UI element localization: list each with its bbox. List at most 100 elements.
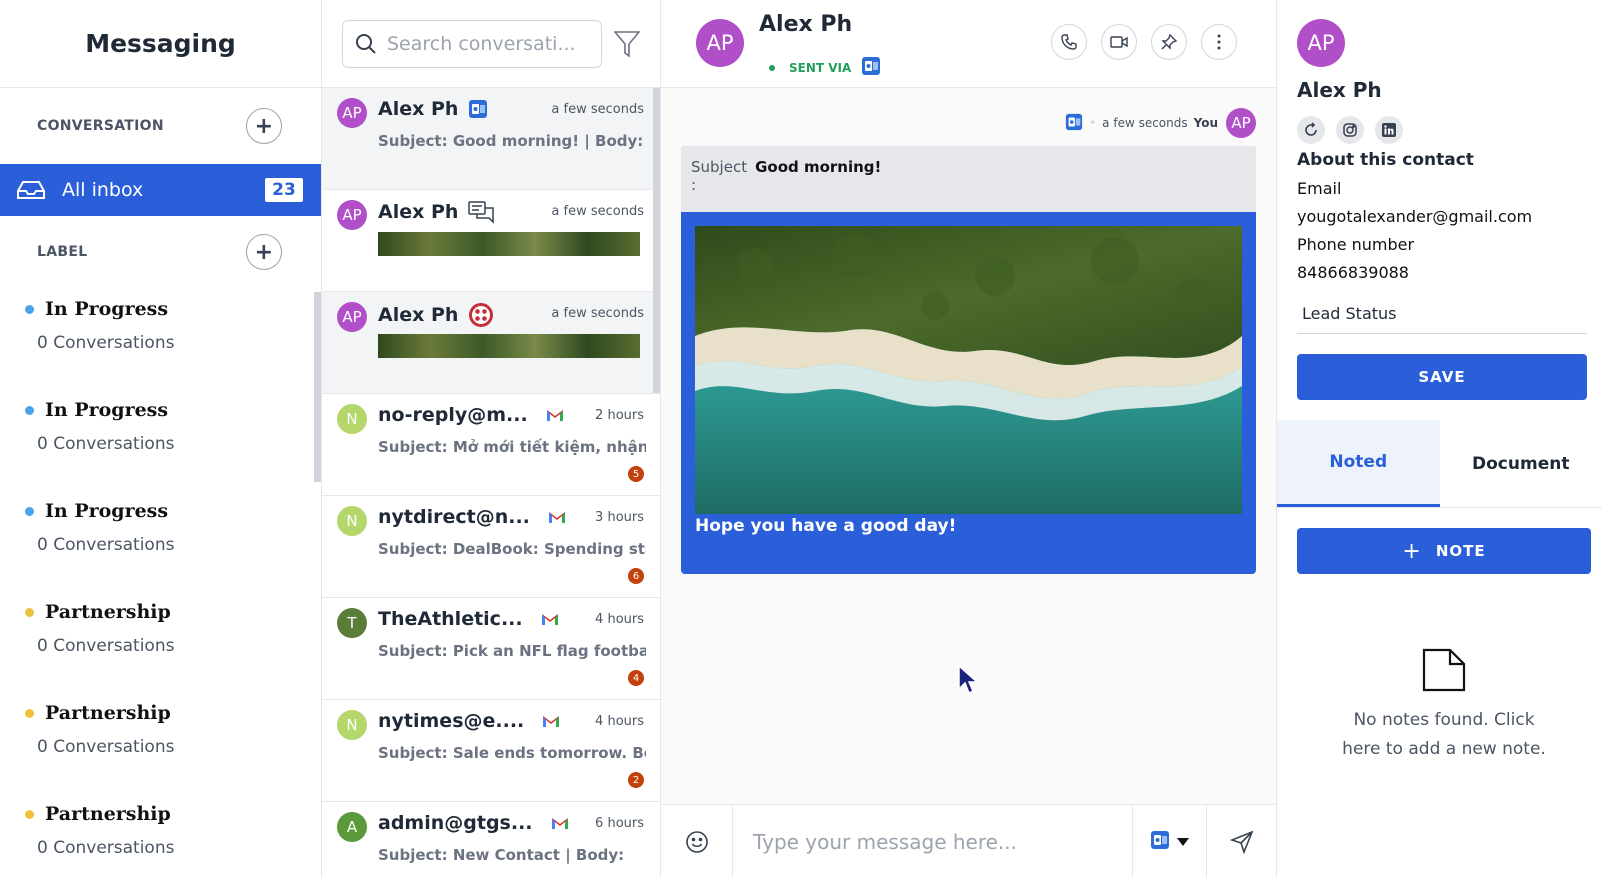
label-name: Partnership <box>45 601 171 623</box>
empty-notes[interactable]: No notes found. Click here to add a new … <box>1297 648 1591 764</box>
unread-badge: 2 <box>628 772 644 788</box>
phone-value[interactable]: 84866839088 <box>1297 263 1409 282</box>
conversation-time: 4 hours <box>595 714 644 729</box>
lead-status-field[interactable]: Lead Status <box>1297 298 1587 334</box>
label-color-dot <box>25 506 34 516</box>
add-note-button[interactable]: + NOTE <box>1297 528 1591 574</box>
channel-select[interactable] <box>1132 805 1206 878</box>
conversation-name: TheAthletic... <box>378 608 523 630</box>
subject-value: Good morning! <box>755 158 882 176</box>
conversation-subject: Subject: Good morning! | Body: <box>378 132 644 150</box>
label-color-dot <box>25 708 34 718</box>
pin-icon <box>1161 34 1177 50</box>
tab-document[interactable]: Document <box>1440 420 1602 507</box>
add-conversation-button[interactable]: + <box>246 108 282 144</box>
label-color-dot <box>25 809 34 819</box>
unread-badge: 4 <box>628 670 644 686</box>
message-subject: Subject Good morning! : <box>681 146 1256 212</box>
chat-icon <box>468 200 495 224</box>
tab-noted[interactable]: Noted <box>1277 420 1440 507</box>
conversation-item[interactable]: AP Alex Ph a few seconds Subject: Good m… <box>322 88 660 190</box>
conversation-item[interactable]: N no-reply@m... 2 hours Subject: Mở mới … <box>322 394 660 496</box>
call-button[interactable] <box>1051 24 1087 60</box>
emoji-button[interactable] <box>661 805 733 878</box>
list-scrollbar[interactable] <box>653 88 660 393</box>
linkedin-icon[interactable] <box>1375 116 1403 144</box>
conversation-item[interactable]: N nytdirect@n... 3 hours Subject: DealBo… <box>322 496 660 598</box>
label-count: 0 Conversations <box>37 737 175 757</box>
contact-panel: AP Alex Ph About this contact Email youg… <box>1276 0 1602 878</box>
conversation-time: a few seconds <box>551 204 644 219</box>
message-input[interactable]: Type your message here... <box>733 830 1132 854</box>
video-call-button[interactable] <box>1101 24 1137 60</box>
sidebar-scrollbar[interactable] <box>314 292 321 482</box>
label-item[interactable]: In Progress 0 Conversations <box>0 389 321 490</box>
phone-icon <box>1061 34 1077 50</box>
sidebar: Messaging CONVERSATION + All inbox 23 LA… <box>0 0 322 878</box>
search-input[interactable]: Search conversati... <box>342 19 602 68</box>
conversation-subject: Subject: Sale ends tomorrow. Benefit <box>378 744 646 762</box>
subject-colon: : <box>691 176 697 194</box>
outlook-icon <box>861 56 881 79</box>
inbox-icon <box>17 181 45 199</box>
gmail-icon <box>542 714 560 728</box>
conversation-item[interactable]: A admin@gtgs... 6 hours Subject: New Con… <box>322 802 660 878</box>
label-item[interactable]: In Progress 0 Conversations <box>0 490 321 591</box>
conversation-item[interactable]: N nytimes@e.... 4 hours Subject: Sale en… <box>322 700 660 802</box>
label-color-dot <box>25 405 34 415</box>
beach-image[interactable] <box>695 226 1242 514</box>
refresh-icon[interactable] <box>1297 116 1325 144</box>
pin-button[interactable] <box>1151 24 1187 60</box>
avatar: T <box>337 608 367 638</box>
label-item[interactable]: Partnership 0 Conversations <box>0 793 321 878</box>
more-options-button[interactable] <box>1201 24 1237 60</box>
contact-name: Alex Ph <box>1297 78 1382 102</box>
chat-header: AP Alex Ph SENT VIA <box>661 0 1276 88</box>
send-icon <box>1229 830 1253 854</box>
unread-badge: 6 <box>628 568 644 584</box>
label-count: 0 Conversations <box>37 636 175 656</box>
conversation-subject: Subject: Mở mới tiết kiệm, nhận thêm <box>378 438 646 456</box>
conversation-header-label: CONVERSATION <box>37 118 164 134</box>
avatar: N <box>337 404 367 434</box>
conversation-subject: Subject: New Contact | Body: <box>378 846 625 864</box>
send-button[interactable] <box>1206 805 1276 878</box>
social-links <box>1297 116 1414 144</box>
conversation-name: Alex Ph <box>378 98 459 120</box>
message-caption: Hope you have a good day! <box>695 516 957 536</box>
subject-label: Subject <box>691 158 748 176</box>
label-list: In Progress 0 Conversations In Progress 0 … <box>0 288 321 878</box>
conversation-item[interactable]: AP Alex Ph a few seconds <box>322 190 660 292</box>
label-item[interactable]: Partnership 0 Conversations <box>0 692 321 793</box>
gmail-icon <box>551 816 569 830</box>
email-value[interactable]: yougotalexander@gmail.com <box>1297 207 1532 226</box>
sidebar-item-all-inbox[interactable]: All inbox 23 <box>0 164 321 216</box>
message-composer: Type your message here... <box>661 804 1276 878</box>
chat-contact-name: Alex Ph <box>759 12 853 37</box>
instagram-icon[interactable] <box>1336 116 1364 144</box>
conversation-name: no-reply@m... <box>378 404 528 426</box>
avatar: AP <box>1297 19 1345 67</box>
search-icon <box>356 33 376 54</box>
avatar: AP <box>1226 108 1256 138</box>
conversation-item[interactable]: AP Alex Ph a few seconds <box>322 292 660 394</box>
app-title: Messaging <box>0 0 321 88</box>
label-name: In Progress <box>45 298 169 320</box>
unread-badge: 5 <box>628 466 644 482</box>
phone-label: Phone number <box>1297 235 1415 254</box>
gmail-icon <box>541 612 559 626</box>
label-count: 0 Conversations <box>37 434 175 454</box>
conversation-item[interactable]: T TheAthletic... 4 hours Subject: Pick a… <box>322 598 660 700</box>
label-count: 0 Conversations <box>37 333 175 353</box>
label-item[interactable]: Partnership 0 Conversations <box>0 591 321 692</box>
filter-icon[interactable] <box>614 30 640 58</box>
message-time: a few seconds <box>1102 116 1188 130</box>
add-label-button[interactable]: + <box>246 234 282 270</box>
save-button[interactable]: SAVE <box>1297 354 1587 400</box>
label-count: 0 Conversations <box>37 838 175 858</box>
conversation-section-header: CONVERSATION + <box>0 88 321 164</box>
image-thumbnail <box>378 334 640 358</box>
label-name: Partnership <box>45 803 171 825</box>
label-item[interactable]: In Progress 0 Conversations <box>0 288 321 389</box>
conversation-time: 6 hours <box>595 816 644 831</box>
